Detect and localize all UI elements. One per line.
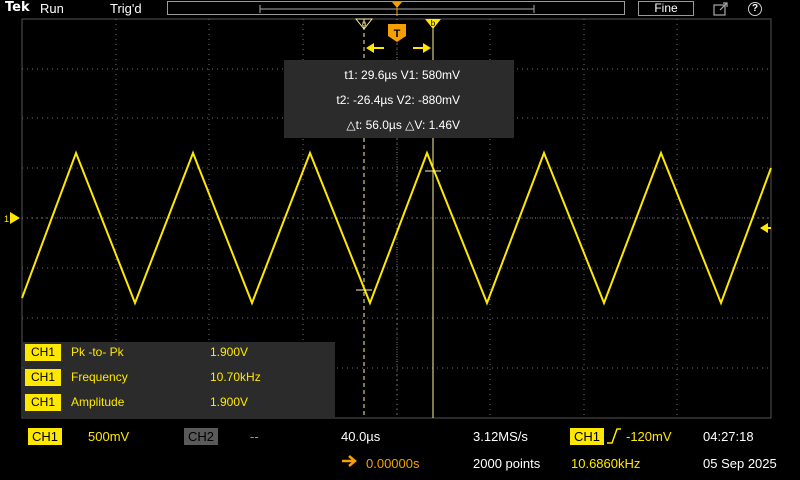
cursor-readout-t2: t2: -26.4µs V2: -880mV [336, 93, 460, 107]
cursor-readout[interactable]: t1: 29.6µs V1: 580mV t2: -26.4µs V2: -88… [284, 60, 514, 138]
measurement-row[interactable]: CH1 Pk -to- Pk 1.900V [23, 342, 335, 362]
resolution-button[interactable]: Fine [638, 1, 694, 16]
measurement-value: 1.900V [210, 395, 249, 409]
trigger-level[interactable]: -120mV [626, 429, 672, 444]
horizontal-position-arrow-icon [342, 455, 357, 467]
record-length[interactable]: 2000 points [473, 456, 540, 471]
tek-logo: Tek [5, 0, 30, 15]
trigger-frequency: 10.6860kHz [571, 456, 641, 471]
date: 05 Sep 2025 [703, 456, 777, 471]
ch2-button[interactable]: CH2 [184, 428, 219, 445]
measurement-channel-tag: CH1 [25, 344, 61, 361]
cursor-readout-delta: △t: 56.0µs △V: 1.46V [346, 118, 460, 132]
ch2-scale[interactable]: -- [250, 429, 259, 444]
trigger-status: Trig'd [110, 1, 142, 16]
measurement-value: 10.70kHz [210, 370, 261, 384]
measurement-row[interactable]: CH1 Frequency 10.70kHz [23, 367, 335, 387]
trigger-position-label: T [394, 28, 401, 40]
rising-edge-icon[interactable] [606, 427, 622, 445]
ch1-ground-marker-icon[interactable] [10, 212, 20, 224]
measurement-name: Amplitude [71, 395, 125, 409]
measurement-row[interactable]: CH1 Amplitude 1.900V [23, 392, 335, 412]
measurement-name: Frequency [71, 370, 128, 384]
cursor-b-marker-label: b [431, 19, 436, 28]
top-bar: Tek Run Trig'd Fine ? [0, 0, 800, 18]
cursor-readout-t1: t1: 29.6µs V1: 580mV [344, 68, 460, 82]
timebase-value[interactable]: 40.0µs [341, 429, 380, 444]
help-icon[interactable]: ? [748, 2, 762, 16]
ch1-ground-marker-label: 1 [4, 214, 9, 224]
ch1-scale[interactable]: 500mV [88, 429, 129, 444]
run-status[interactable]: Run [40, 1, 64, 16]
sample-rate: 3.12MS/s [473, 429, 528, 444]
measurement-value: 1.900V [210, 345, 249, 359]
measurement-panel[interactable]: CH1 Pk -to- Pk 1.900V CH1 Frequency 10.7… [23, 342, 335, 418]
measurement-channel-tag: CH1 [25, 369, 61, 386]
trigger-source-tag[interactable]: CH1 [570, 428, 605, 445]
ch1-button[interactable]: CH1 [28, 428, 63, 445]
record-overview-graphic [259, 2, 535, 16]
horizontal-position[interactable]: 0.00000s [366, 456, 420, 471]
status-bar: CH1 500mV CH2 -- 40.0µs 3.12MS/s CH1 -12… [0, 420, 800, 480]
measurement-name: Pk -to- Pk [71, 345, 124, 359]
clock-time: 04:27:18 [703, 429, 754, 444]
exit-icon[interactable] [712, 1, 730, 16]
record-overview-bar[interactable] [167, 1, 625, 16]
measurement-channel-tag: CH1 [25, 394, 61, 411]
cursor-a-marker-label: a [362, 19, 367, 28]
